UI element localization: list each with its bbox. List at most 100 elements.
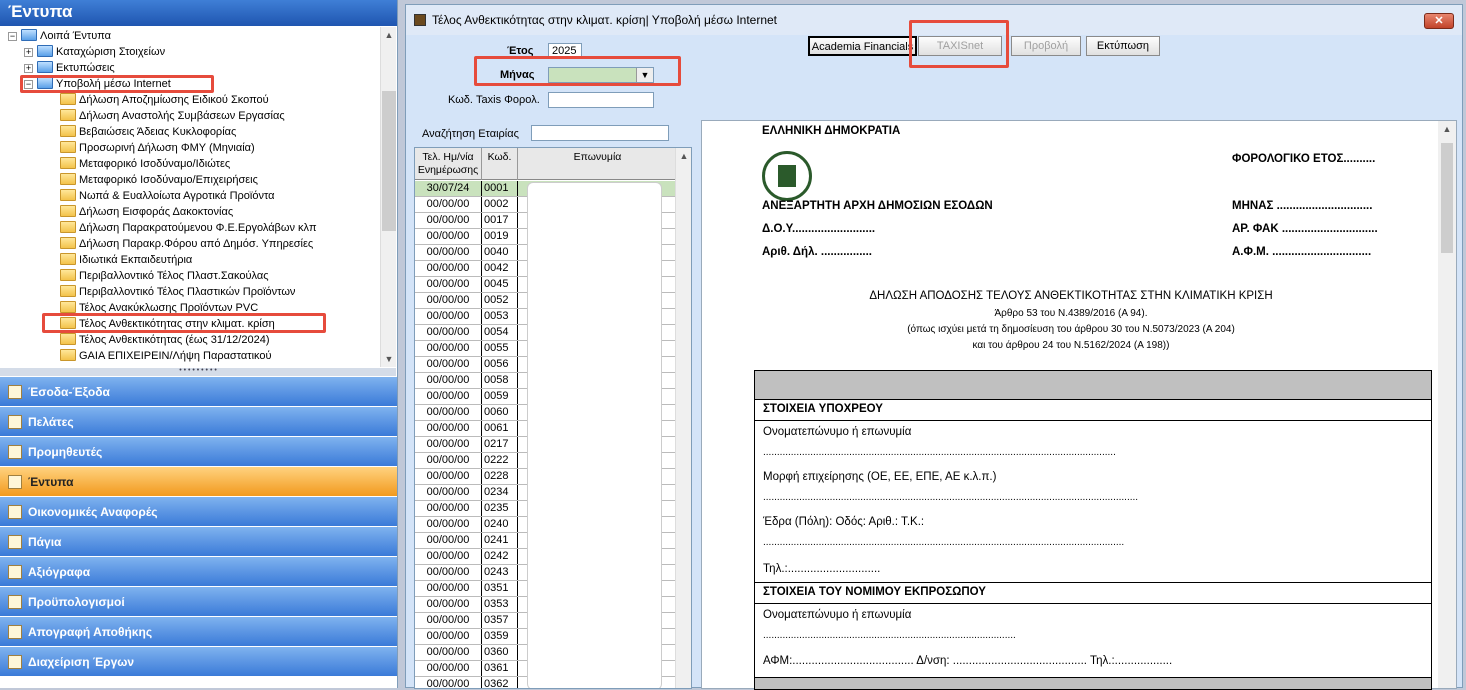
tree-item[interactable]: Μεταφορικό Ισοδύναμο/Ιδιώτες [60,156,230,172]
tree-item[interactable]: Δήλωση Αναστολής Συμβάσεων Εργασίας [60,108,285,124]
tree-item[interactable]: Ιδιωτικά Εκπαιδευτήρια [60,252,192,268]
tree-item[interactable]: + Καταχώριση Στοιχείων [24,44,165,60]
cell-code: 0357 [482,613,518,628]
nav-button-label: Πάγια [28,535,62,549]
cell-code: 0361 [482,661,518,676]
folder-icon [60,93,76,105]
tree-item-label: Μεταφορικό Ισοδύναμο/Επιχειρήσεις [79,174,258,186]
tree-item-label: Δήλωση Εισφοράς Δακοκτονίας [79,206,234,218]
cell-code: 0019 [482,229,518,244]
document-scrollbar[interactable]: ▲ [1438,121,1456,688]
cell-code: 0241 [482,533,518,548]
expand-icon[interactable]: + [24,64,33,73]
collapse-icon[interactable]: − [8,32,17,41]
tree-item-label: Δήλωση Αποζημίωσης Ειδικού Σκοπού [79,94,269,106]
panel-splitter[interactable]: • • • • • • • • • [0,367,396,376]
nav-button[interactable]: Προμηθευτές [0,437,397,467]
tree-item[interactable]: Δήλωση Αποζημίωσης Ειδικού Σκοπού [60,92,269,108]
nav-button[interactable]: Οικονομικές Αναφορές [0,497,397,527]
nav-button[interactable]: Πάγια [0,527,397,557]
tree-item[interactable]: Προσωρινή Δήλωση ΦΜΥ (Μηνιαία) [60,140,255,156]
tree-scrollbar[interactable]: ▲ ▼ [380,27,396,367]
folder-icon [60,269,76,281]
tree-item-label: Προσωρινή Δήλωση ΦΜΥ (Μηνιαία) [79,142,255,154]
tree-item-label: Περιβαλλοντικό Τέλος Πλαστικών Προϊόντων [79,286,296,298]
scroll-up-icon[interactable]: ▲ [676,148,691,164]
cell-last-update: 00/00/00 [415,309,482,324]
scroll-thumb[interactable] [1441,143,1453,253]
tree-item[interactable]: − Λοιπά Έντυπα [8,28,111,44]
cell-code: 0059 [482,389,518,404]
print-button[interactable]: Εκτύπωση [1086,36,1160,56]
tree-item[interactable]: GAIA ΕΠΙΧΕΙΡΕΙΝ/Λήψη Παραστατικού [60,348,272,364]
cell-last-update: 00/00/00 [415,229,482,244]
search-company-input[interactable] [531,125,669,141]
form-window: Τέλος Ανθεκτικότητας στην κλιματ. κρίση|… [405,4,1463,690]
tree-item[interactable]: Νωπά & Ευαλλοίωτα Αγροτικά Προϊόντα [60,188,275,204]
doc-subtitle-3: και του άρθρου 24 του Ν.5162/2024 (Α 198… [972,340,1170,351]
preview-button[interactable]: Προβολή [1011,36,1081,56]
grid-header: Τελ. Ημ/νία Ενημέρωσης Κωδ. Επωνυμία [415,148,677,180]
tree-item[interactable]: Δήλωση Παρακρ.Φόρου από Δημόσ. Υπηρεσίες [60,236,313,252]
tree-item-label: Ιδιωτικά Εκπαιδευτήρια [79,254,193,266]
tree-item[interactable]: Βεβαιώσεις Άδειας Κυκλοφορίας [60,124,236,140]
folder-icon [21,29,37,41]
header-last-update[interactable]: Τελ. Ημ/νία Ενημέρωσης [415,148,482,180]
nav-button[interactable]: Αξιόγραφα [0,557,397,587]
doc-table-foot [754,677,1432,690]
cell-code: 0058 [482,373,518,388]
scroll-down-icon[interactable]: ▼ [381,351,397,367]
module-icon [8,475,22,489]
module-icon [8,385,22,399]
doc-section-1-title: ΣΤΟΙΧΕΙΑ ΥΠΟΧΡΕΟΥ [763,403,883,415]
folder-icon [60,157,76,169]
expand-icon[interactable]: + [24,48,33,57]
tree-item[interactable]: + Εκτυπώσεις [24,60,115,76]
cell-last-update: 00/00/00 [415,661,482,676]
doc-field-name: Ονοματεπώνυμο ή επωνυμία [763,426,912,438]
scroll-up-icon[interactable]: ▲ [381,27,397,43]
header-name[interactable]: Επωνυμία [518,148,677,180]
cell-code: 0351 [482,581,518,596]
nav-button[interactable]: Έσοδα-Έξοδα [0,377,397,407]
highlight-box-tree-internet [20,75,214,93]
nav-button[interactable]: Απογραφή Αποθήκης [0,617,397,647]
cell-last-update: 30/07/24 [415,181,482,196]
cell-last-update: 00/00/00 [415,453,482,468]
tree-item[interactable]: Περιβαλλοντικό Τέλος Πλαστικών Προϊόντων [60,284,295,300]
tree-item-label: Νωπά & Ευαλλοίωτα Αγροτικά Προϊόντα [79,190,275,202]
nav-button[interactable]: Πελάτες [0,407,397,437]
cell-last-update: 00/00/00 [415,261,482,276]
cell-code: 0052 [482,293,518,308]
cell-last-update: 00/00/00 [415,293,482,308]
tree-item[interactable]: Τέλος Ανθεκτικότητας (έως 31/12/2024) [60,332,270,348]
search-company-label: Αναζήτηση Εταιρίας [422,128,519,140]
tree-item-label: Μεταφορικό Ισοδύναμο/Ιδιώτες [79,158,231,170]
close-button[interactable]: ✕ [1424,13,1454,29]
academia-financials-button[interactable]: Academia Financials [808,36,917,56]
redacted-names-overlay [527,182,662,688]
cell-last-update: 00/00/00 [415,485,482,500]
nav-button[interactable]: Προϋπολογισμοί [0,587,397,617]
header-code[interactable]: Κωδ. [482,148,518,180]
cell-code: 0222 [482,453,518,468]
tree-item[interactable]: Μεταφορικό Ισοδύναμο/Επιχειρήσεις [60,172,258,188]
cell-code: 0060 [482,405,518,420]
tree-item[interactable]: Δήλωση Εισφοράς Δακοκτονίας [60,204,233,220]
scroll-up-icon[interactable]: ▲ [1439,121,1455,137]
cell-last-update: 00/00/00 [415,549,482,564]
tree-item[interactable]: Περιβαλλοντικό Τέλος Πλαστ.Σακούλας [60,268,269,284]
companies-grid[interactable]: Τελ. Ημ/νία Ενημέρωσης Κωδ. Επωνυμία 30/… [414,147,692,689]
nav-button[interactable]: Διαχείριση Έργων [0,647,397,677]
tree-item[interactable]: Δήλωση Παρακρατούμενου Φ.Ε.Εργολάβων κλπ [60,220,317,236]
folder-icon [60,109,76,121]
cell-code: 0240 [482,517,518,532]
tree-item-label: Λοιπά Έντυπα [40,30,112,42]
doc-section-2-body: Ονοματεπώνυμο ή επωνυμία ...............… [754,603,1432,678]
tree-item-label: Τέλος Ανθεκτικότητας (έως 31/12/2024) [79,334,270,346]
scroll-thumb[interactable] [382,91,396,231]
doc-section-2-title: ΣΤΟΙΧΕΙΑ ΤΟΥ ΝΟΜΙΜΟΥ ΕΚΠΡΟΣΩΠΟΥ [763,586,986,598]
taxis-code-field[interactable] [548,92,654,108]
nav-button[interactable]: Έντυπα [0,467,397,497]
grid-scrollbar[interactable]: ▲ [675,148,691,688]
